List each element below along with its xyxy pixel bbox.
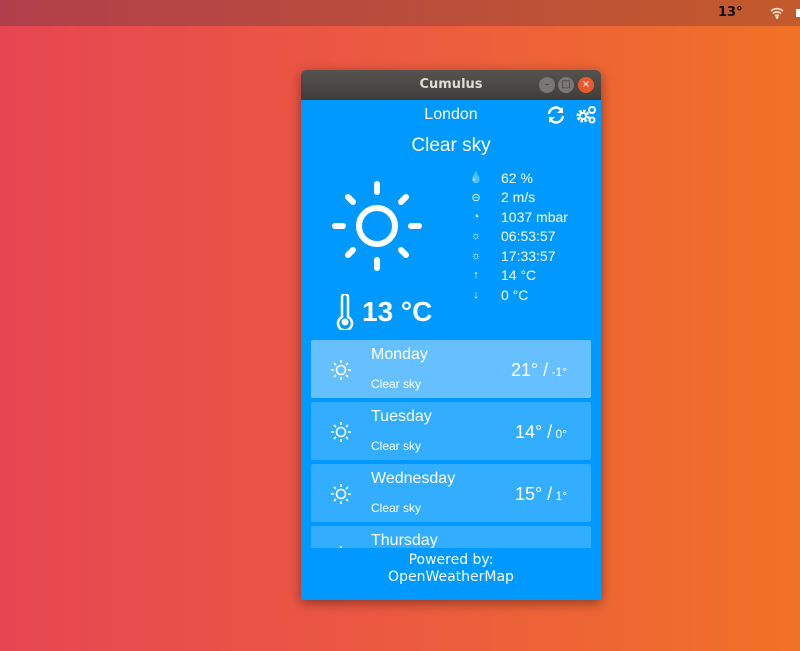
maximize-button[interactable]: □ (558, 77, 574, 93)
forecast-temps: 15° / 1° (514, 484, 567, 504)
arrow-up-icon: ↑ (473, 269, 479, 282)
forecast-item-monday[interactable]: Monday Clear sky 21° / -1° (311, 340, 591, 398)
forecast-item-wednesday[interactable]: Wednesday Clear sky 15° / 1° (311, 464, 591, 522)
forecast-item-thursday[interactable]: Thursday (311, 526, 591, 548)
forecast-list[interactable]: Monday Clear sky 21° / -1° Tuesday Clear… (311, 340, 591, 548)
pressure-row: ◔ 1037 mbar (464, 207, 568, 227)
current-description: Clear sky (411, 135, 491, 156)
wifi-icon[interactable] (770, 6, 784, 19)
battery-icon[interactable] (796, 9, 800, 17)
sunset-row: ☼ 17:33:57 (464, 246, 568, 266)
attribution: Powered by: OpenWeatherMap (301, 552, 601, 586)
clear-sky-icon (331, 360, 351, 380)
forecast-day: Wednesday (371, 470, 456, 487)
sunrise-row: ☼ 06:53:57 (464, 227, 568, 247)
panel-weather-indicator[interactable]: 13° (718, 5, 743, 20)
current-temperature: 13 °C (336, 294, 432, 330)
max-temp-row: ↑ 14 °C (464, 266, 568, 286)
sunset-icon: ☼ (470, 249, 482, 262)
sunrise-icon: ☼ (470, 230, 482, 243)
forecast-temps: 14° / 0° (514, 422, 567, 442)
forecast-description: Clear sky (371, 439, 422, 453)
top-panel: 13° (0, 0, 800, 26)
thermometer-icon (336, 294, 354, 330)
forecast-item-tuesday[interactable]: Tuesday Clear sky 14° / 0° (311, 402, 591, 460)
clear-sky-icon (340, 546, 342, 548)
weather-stats: 💧 62 % ⊝ 2 m/s ◔ 1037 mbar ☼ 06:53:57 ☼ 17:33… (464, 168, 568, 305)
clear-sky-icon (331, 484, 351, 504)
refresh-icon[interactable] (546, 105, 566, 125)
attribution-link[interactable]: OpenWeatherMap (301, 569, 601, 586)
forecast-description: Clear sky (371, 501, 422, 515)
forecast-day: Thursday (371, 532, 438, 548)
window-title: Cumulus (419, 77, 483, 92)
wind-row: ⊝ 2 m/s (464, 188, 568, 208)
min-temp-row: ↓ 0 °C (464, 285, 568, 305)
attribution-label: Powered by: (408, 552, 494, 568)
close-button[interactable]: × (578, 77, 594, 93)
forecast-day: Monday (371, 346, 428, 363)
clear-sky-icon (331, 422, 351, 442)
current-temperature-value: 13 °C (362, 296, 433, 327)
forecast-description: Clear sky (371, 377, 422, 391)
humidity-icon: 💧 (469, 172, 483, 185)
humidity-row: 💧 62 % (464, 168, 568, 188)
title-bar[interactable]: Cumulus – □ × (301, 70, 601, 100)
settings-icon[interactable] (575, 105, 597, 125)
wind-icon: ⊝ (471, 191, 481, 204)
cumulus-window: Cumulus – □ × London Clear sky 13 °C 💧 62… (301, 70, 601, 600)
forecast-temps: 21° / -1° (510, 360, 567, 380)
pressure-icon: ◔ (472, 210, 480, 223)
forecast-day: Tuesday (371, 408, 432, 425)
clear-sky-icon (332, 181, 422, 271)
minimize-button[interactable]: – (539, 77, 555, 93)
arrow-down-icon: ↓ (473, 288, 479, 301)
